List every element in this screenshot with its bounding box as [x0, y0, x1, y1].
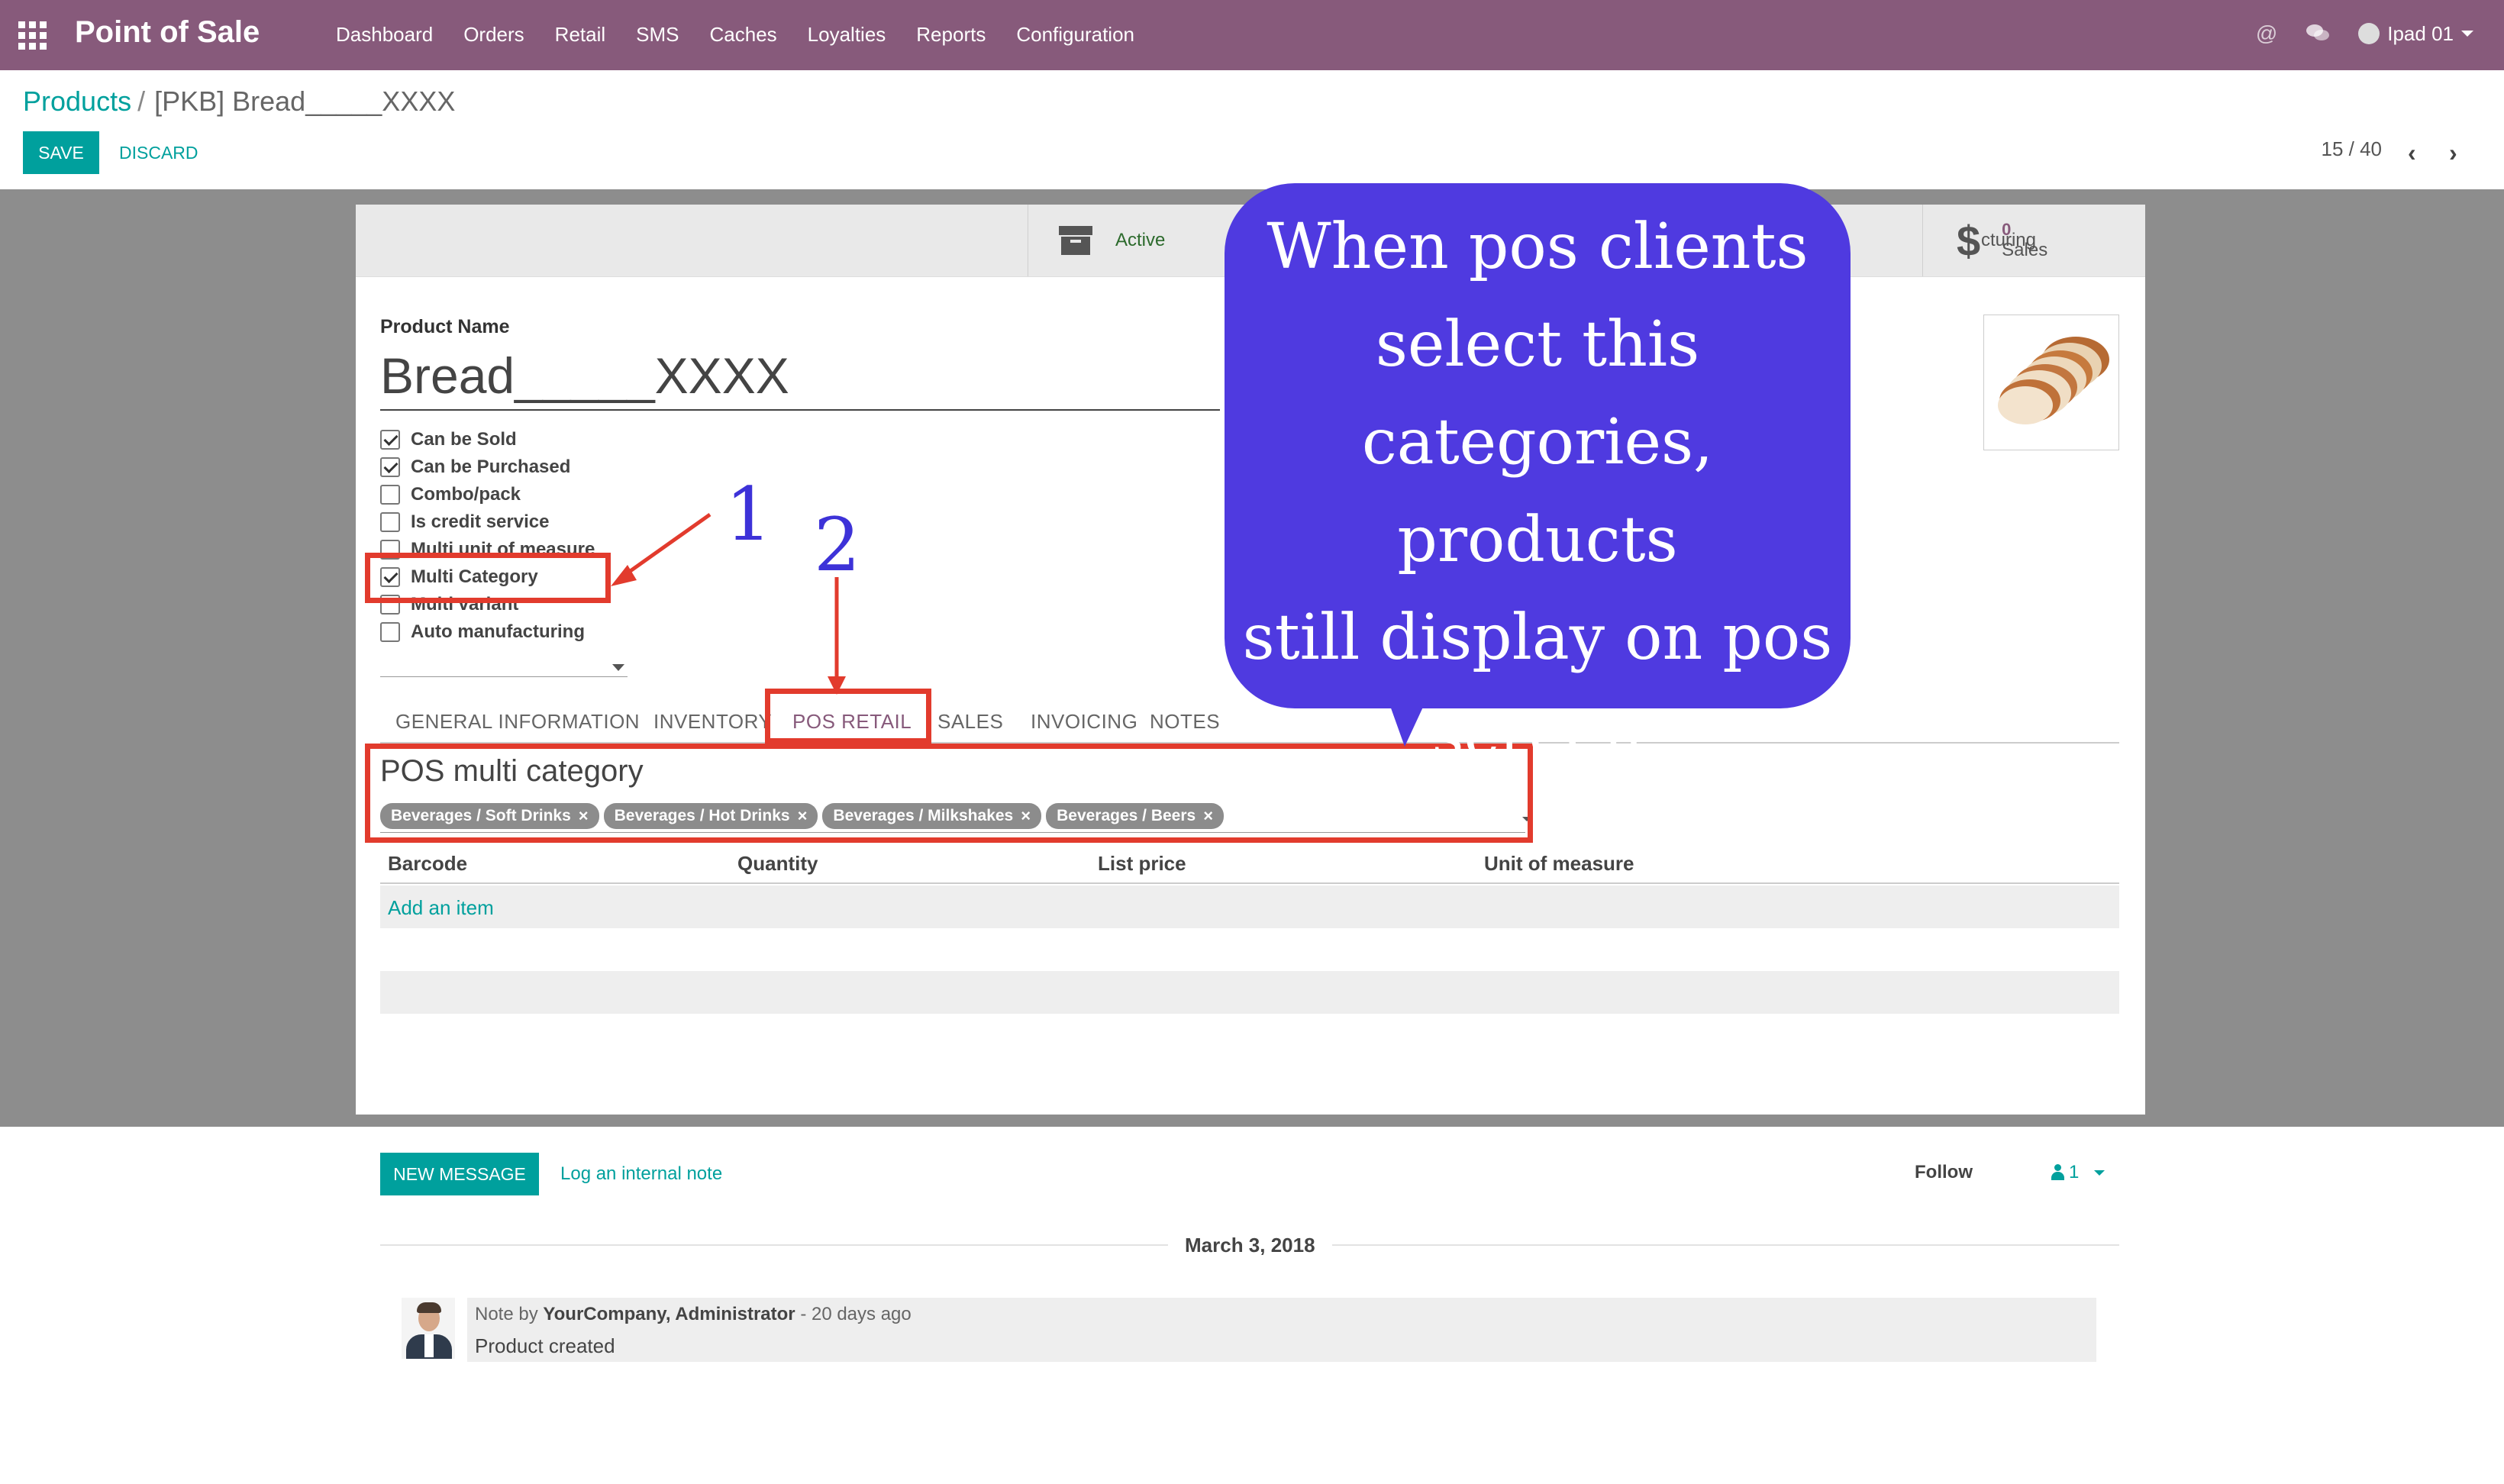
message-meta: Note by YourCompany, Administrator - 20 … — [475, 1304, 912, 1325]
callout-line: categories, products — [1361, 406, 1714, 576]
new-message-button[interactable]: NEW MESSAGE — [380, 1153, 539, 1195]
user-icon — [2051, 1164, 2064, 1181]
avatar[interactable] — [402, 1298, 455, 1359]
message-prefix: Note by — [475, 1304, 538, 1324]
followers-button[interactable]: 1 — [2051, 1162, 2105, 1183]
message-author[interactable]: YourCompany, Administrator — [543, 1304, 795, 1324]
callout-line: still display on pos — [1242, 602, 1833, 674]
callout-line: select this — [1375, 308, 1700, 381]
log-note-link[interactable]: Log an internal note — [560, 1163, 722, 1185]
message-time: - 20 days ago — [800, 1304, 912, 1324]
annotation-marker-2: 2 — [814, 502, 861, 588]
followers-count: 1 — [2069, 1162, 2080, 1182]
callout-line: screen — [1431, 699, 1644, 772]
message-body: Product created — [475, 1334, 615, 1357]
callout-line: When pos clients — [1267, 211, 1809, 283]
date-separator: March 3, 2018 — [1168, 1234, 1332, 1257]
chatter-message: Note by YourCompany, Administrator - 20 … — [467, 1298, 2096, 1362]
callout-tail — [1389, 704, 1425, 747]
annotation-marker-1: 1 — [725, 472, 773, 557]
follow-button[interactable]: Follow — [1915, 1162, 1973, 1183]
annotation-callout: When pos clients select this categories,… — [1225, 183, 1851, 772]
chevron-down-icon — [2094, 1169, 2105, 1176]
